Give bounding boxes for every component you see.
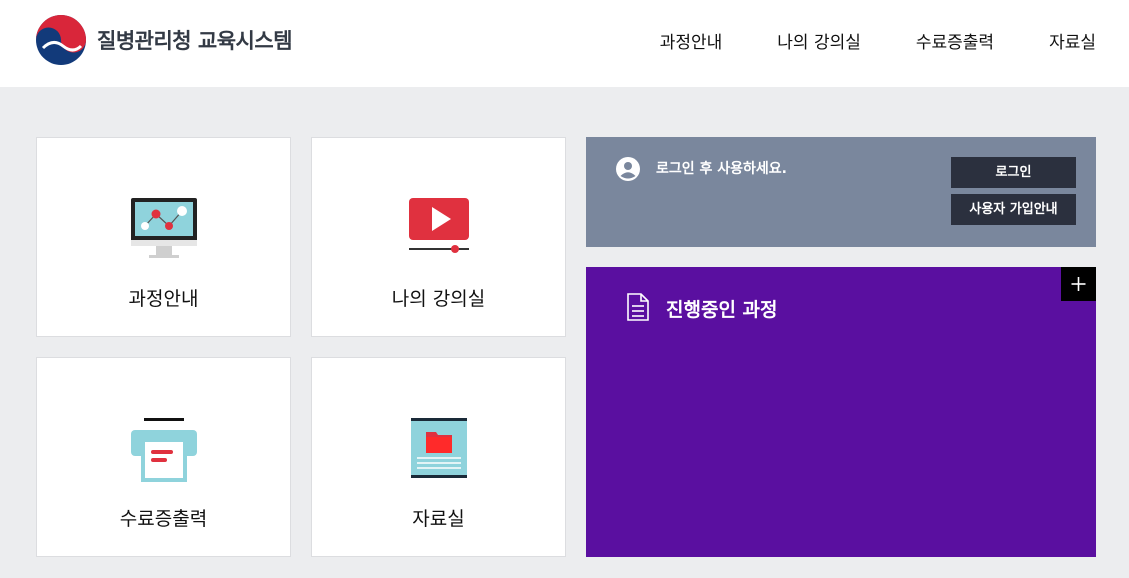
nav-my-classroom[interactable]: 나의 강의실	[777, 28, 861, 53]
tile-label: 자료실	[412, 508, 465, 530]
login-button[interactable]: 로그인	[951, 157, 1076, 188]
tile-course-info[interactable]: 과정안내	[36, 137, 291, 337]
site-header: 질병관리청 교육시스템 과정안내 나의 강의실 수료증출력 자료실	[0, 0, 1129, 87]
tile-label: 수료증출력	[119, 508, 208, 530]
folder-archive-icon	[410, 418, 467, 478]
monitor-chart-icon	[130, 198, 197, 258]
tile-certificate[interactable]: 수료증출력	[36, 357, 291, 557]
nav-certificate[interactable]: 수료증출력	[916, 28, 994, 53]
in-progress-courses-title: 진행중인 과정	[666, 299, 778, 321]
video-play-icon	[408, 198, 469, 253]
main-nav: 과정안내 나의 강의실 수료증출력 자료실	[660, 28, 1096, 53]
tile-archive[interactable]: 자료실	[311, 357, 566, 557]
login-panel: 로그인 후 사용하세요. 로그인 사용자 가입안내	[586, 137, 1096, 247]
tile-label: 과정안내	[128, 288, 199, 310]
document-icon	[627, 293, 649, 321]
signup-guide-button[interactable]: 사용자 가입안내	[951, 194, 1076, 225]
korea-emblem-icon	[36, 15, 86, 65]
nav-course-info[interactable]: 과정안내	[660, 28, 723, 53]
more-courses-button[interactable]	[1061, 267, 1096, 301]
logo-text: 질병관리청 교육시스템	[97, 29, 293, 53]
nav-archive[interactable]: 자료실	[1049, 28, 1096, 53]
user-icon	[616, 157, 640, 181]
plus-icon	[1071, 277, 1086, 291]
tile-my-classroom[interactable]: 나의 강의실	[311, 137, 566, 337]
site-logo[interactable]: 질병관리청 교육시스템	[35, 14, 293, 66]
tile-label: 나의 강의실	[391, 288, 486, 310]
login-message: 로그인 후 사용하세요.	[656, 161, 787, 177]
in-progress-courses-panel: 진행중인 과정	[586, 267, 1096, 557]
printer-icon	[130, 418, 197, 482]
